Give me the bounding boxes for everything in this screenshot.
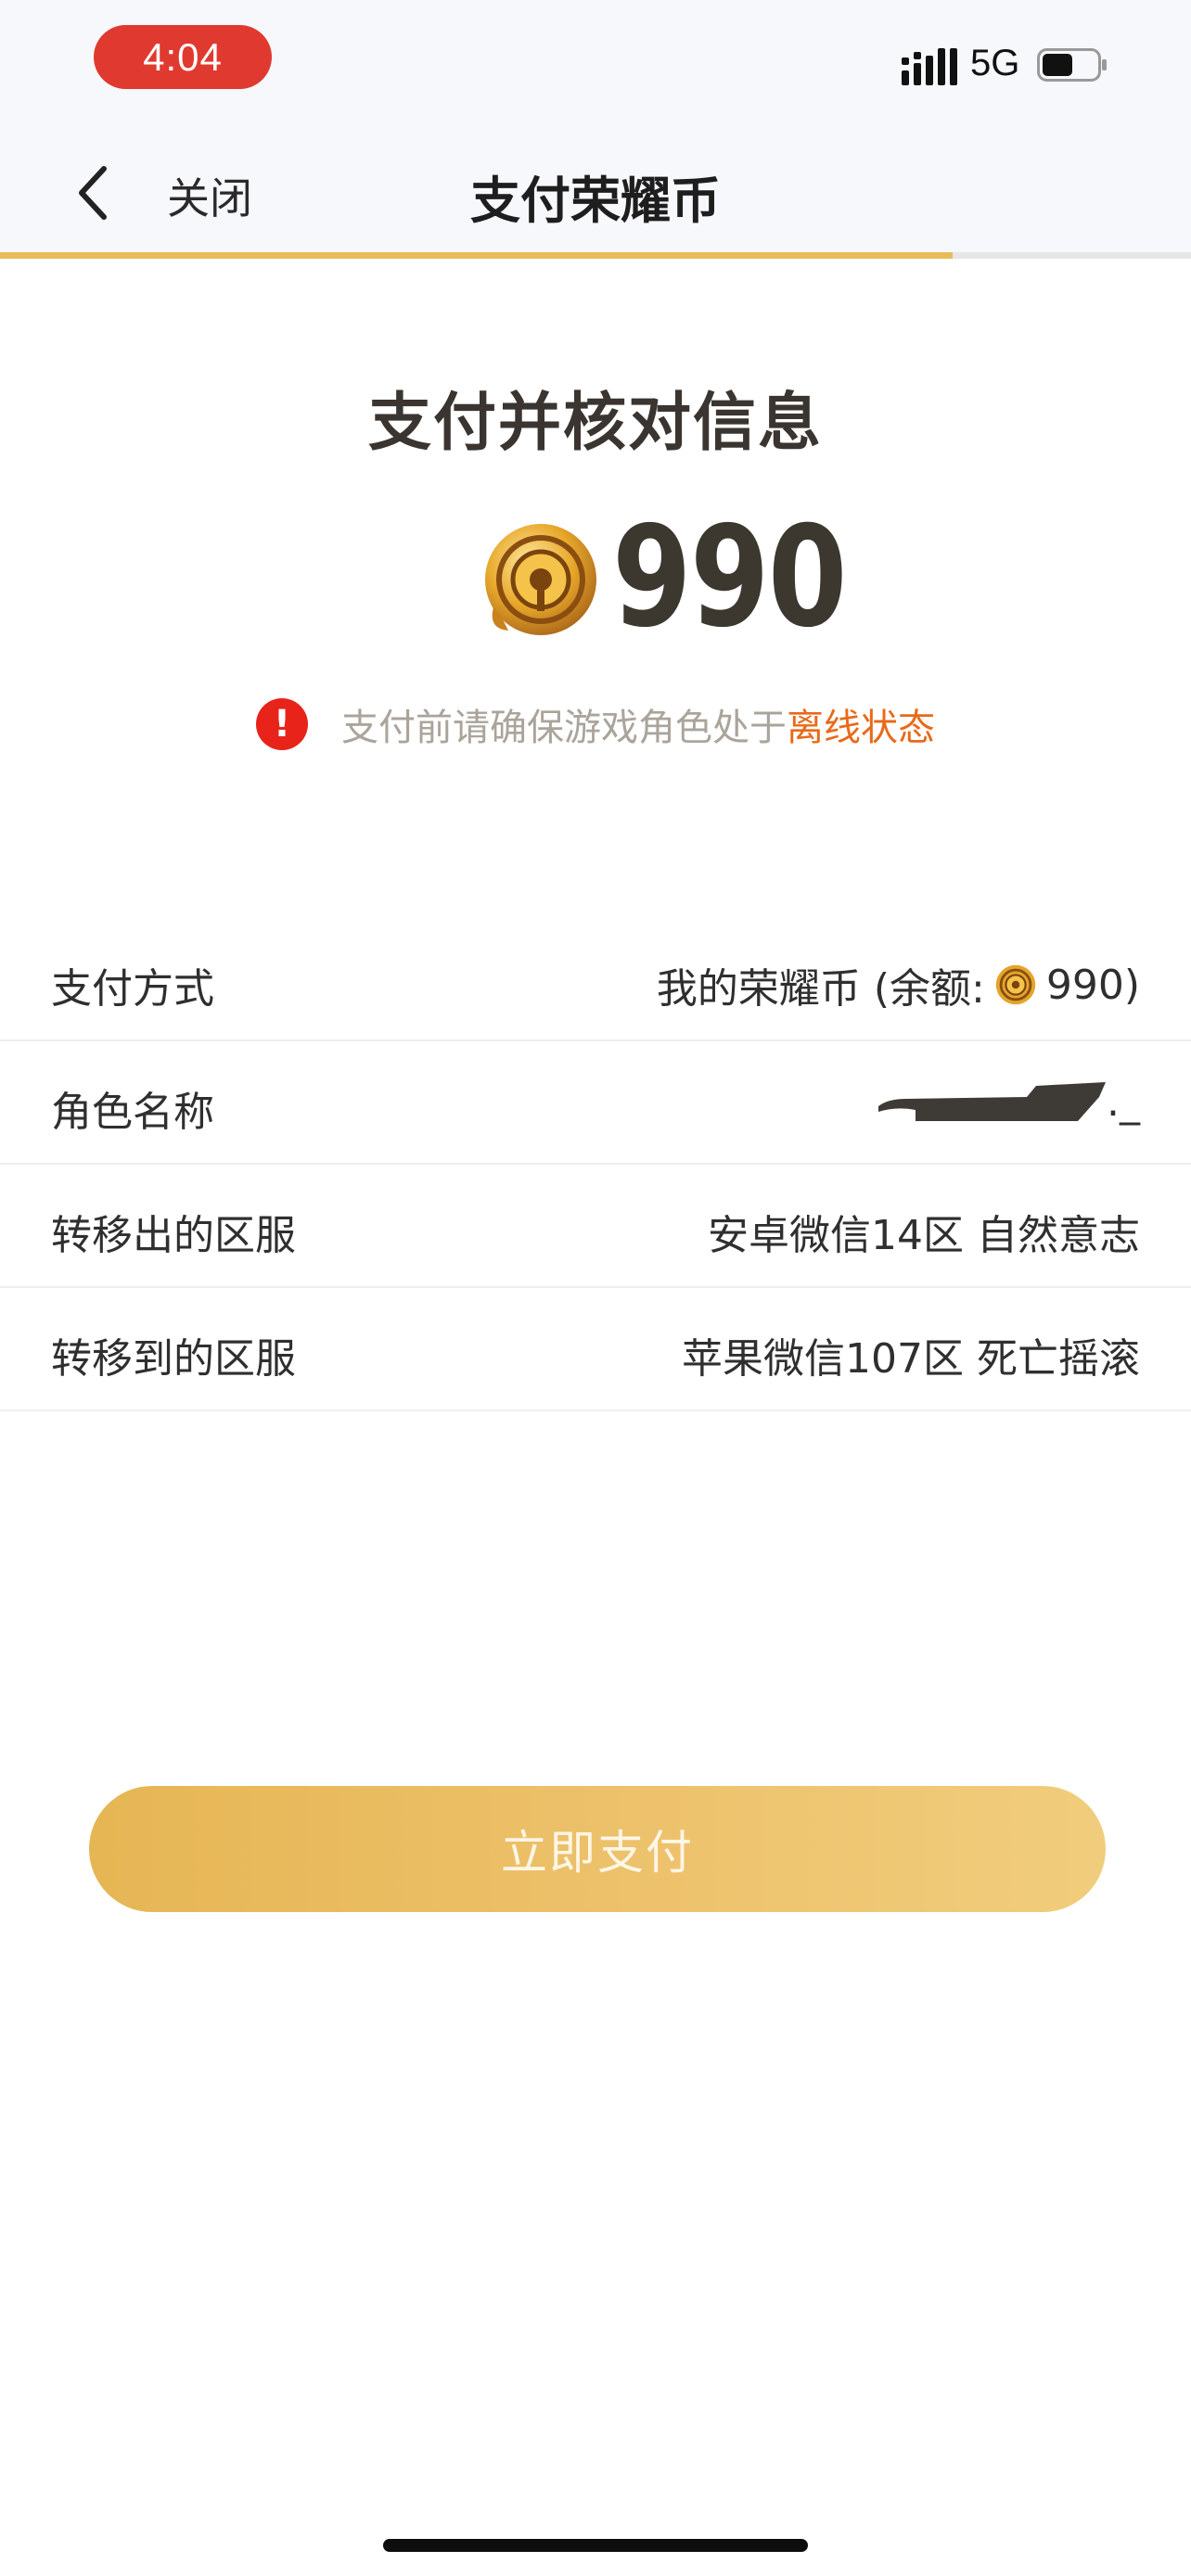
offline-warning: ! 支付前请确保游戏角色处于 离线状态: [0, 697, 1191, 751]
target-server-label: 转移到的区服: [51, 1335, 296, 1383]
detail-row-target-server: 转移到的区服 苹果微信107区 死亡摇滚: [0, 1288, 1191, 1411]
honor-coin-icon: [995, 964, 1036, 1005]
payment-heading: 支付并核对信息: [367, 387, 823, 460]
detail-row-source-server: 转移出的区服 安卓微信14区 自然意志: [0, 1165, 1191, 1288]
source-server-label: 转移出的区服: [51, 1212, 296, 1259]
payment-method-text: 我的荣耀币 (余额:: [656, 965, 985, 1013]
payment-details-list: 支付方式 我的荣耀币 (余额: 990) 角色名称 ._ 转移出的区服 安卓微信…: [0, 918, 1191, 1411]
payment-amount: 990: [612, 497, 847, 658]
redacted-role-name: [878, 1082, 1106, 1121]
status-time: 4:04: [94, 25, 272, 89]
step-progress-fill: [0, 252, 954, 259]
step-progress-bar: [0, 252, 1191, 259]
battery-icon: [1037, 48, 1107, 82]
balance-amount: 990): [1045, 961, 1140, 1009]
payment-method-value: 我的荣耀币 (余额: 990): [657, 955, 1140, 1014]
page-title: 支付荣耀币: [470, 172, 721, 230]
source-server-value: 安卓微信14区 自然意志: [708, 1212, 1140, 1259]
pay-now-button[interactable]: 立即支付: [89, 1786, 1106, 1912]
network-type-label: 5G: [970, 43, 1020, 83]
warning-text: 支付前请确保游戏角色处于: [341, 707, 787, 749]
exclamation-icon: !: [256, 698, 308, 750]
role-name-label: 角色名称: [51, 1089, 214, 1136]
payment-method-label: 支付方式: [51, 965, 214, 1013]
warning-highlight: 离线状态: [787, 707, 935, 749]
honor-coin-icon: [485, 524, 596, 635]
target-server-value: 苹果微信107区 死亡摇滚: [682, 1335, 1140, 1383]
home-indicator[interactable]: [383, 2539, 808, 2552]
detail-row-payment-method: 支付方式 我的荣耀币 (余额: 990): [0, 918, 1191, 1041]
cellular-signal-icon: [902, 48, 957, 85]
role-name-value: ._: [1107, 1078, 1140, 1126]
detail-row-role-name: 角色名称 ._: [0, 1041, 1191, 1165]
